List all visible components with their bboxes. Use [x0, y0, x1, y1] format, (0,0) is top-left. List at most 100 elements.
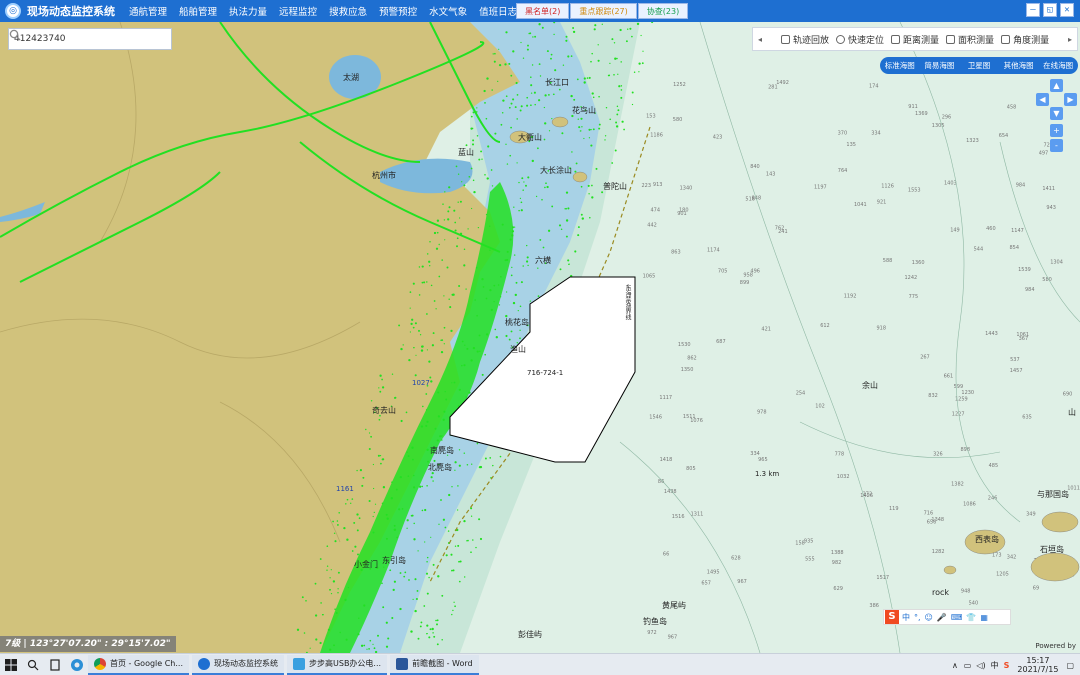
taskbar-app-usb[interactable]: 步步高USB办公电...: [287, 654, 388, 675]
key-tracking-badge[interactable]: 重点跟踪(27): [570, 3, 637, 19]
menu-item-duty-log[interactable]: 值班日志: [479, 4, 517, 18]
ship-dot: [480, 150, 483, 153]
windows-start-icon[interactable]: [0, 654, 22, 675]
track-playback-button[interactable]: 轨迹回放: [781, 33, 829, 46]
toolbar-next-button[interactable]: ▸: [1063, 35, 1077, 44]
ime-skin-icon[interactable]: 👕: [966, 613, 976, 622]
tray-sogou-icon[interactable]: S: [1004, 661, 1010, 670]
ship-dot: [572, 30, 576, 34]
ship-dot: [309, 647, 311, 649]
distance-measure-button[interactable]: 距离测量: [891, 33, 939, 46]
zoom-in-button[interactable]: +: [1050, 124, 1063, 137]
ship-dot: [616, 105, 619, 108]
taskbar-app-monitor[interactable]: 现场动态监控系统: [192, 654, 285, 675]
ship-dot: [456, 509, 459, 511]
taskbar-app-word[interactable]: 前瞻截图 - Word: [390, 654, 479, 675]
taskbar-clock[interactable]: 15:17 2021/7/15: [1017, 656, 1058, 674]
task-view-icon[interactable]: [44, 654, 66, 675]
tray-volume-icon[interactable]: ◁): [976, 661, 985, 670]
ime-voice-icon[interactable]: 🎤: [937, 613, 947, 622]
depth-sounding: 334: [750, 451, 760, 457]
ime-punct-toggle[interactable]: °,: [914, 613, 921, 622]
menu-item-warning[interactable]: 预警预控: [379, 4, 417, 18]
minimize-button[interactable]: —: [1026, 3, 1040, 17]
ship-dot: [411, 514, 414, 517]
layer-other[interactable]: 其他海图: [999, 57, 1039, 74]
zoom-out-button[interactable]: -: [1050, 139, 1063, 152]
ship-dot: [389, 569, 392, 572]
ship-dot: [523, 181, 525, 183]
ship-dot: [432, 632, 434, 634]
ship-dot: [406, 451, 408, 453]
tray-network-icon[interactable]: ▭: [964, 661, 972, 670]
ship-dot: [526, 104, 529, 107]
ship-dot: [431, 344, 435, 347]
taskbar-app-chrome[interactable]: 首页 - Google Ch...: [88, 654, 190, 675]
search-input[interactable]: [9, 34, 149, 44]
ship-dot: [426, 592, 429, 595]
ship-dot: [459, 200, 462, 203]
ship-dot: [511, 234, 514, 237]
angle-measure-button[interactable]: 角度测量: [1001, 33, 1049, 46]
depth-sounding: 1516: [672, 514, 685, 520]
ime-chinese-toggle[interactable]: 中: [902, 612, 910, 623]
depth-sounding: 1350: [681, 367, 694, 373]
pan-down-button[interactable]: ▼: [1050, 107, 1063, 120]
tray-chevron-icon[interactable]: ∧: [952, 661, 958, 670]
ime-keyboard-icon[interactable]: ⌨: [951, 613, 963, 622]
ship-dot: [444, 390, 446, 393]
depth-sounding: 423: [713, 135, 723, 141]
ship-dot: [407, 455, 410, 458]
menu-item-ships[interactable]: 船舶管理: [179, 4, 217, 18]
toolbar-prev-button[interactable]: ◂: [753, 35, 767, 44]
ship-dot: [413, 538, 416, 541]
ship-dot: [631, 35, 633, 38]
ship-dot: [407, 475, 410, 477]
layer-standard[interactable]: 标准海图: [880, 57, 920, 74]
menu-item-remote-monitor[interactable]: 远程监控: [279, 4, 317, 18]
ship-dot: [616, 113, 619, 116]
depth-sounding: 1242: [905, 275, 918, 281]
blacklist-badge[interactable]: 黑名单(2): [516, 3, 570, 19]
ship-dot: [426, 624, 429, 627]
ship-dot: [393, 396, 396, 399]
pan-left-button[interactable]: ◀: [1036, 93, 1049, 106]
quick-locate-button[interactable]: 快速定位: [836, 33, 884, 46]
chart-map[interactable]: 588 984 1086 1517 1403 1369 540 1041 496 1032 272 3…: [0, 22, 1080, 653]
area-measure-button[interactable]: 面积测量: [946, 33, 994, 46]
sogou-logo-icon[interactable]: S: [885, 610, 899, 624]
ship-dot: [326, 545, 329, 547]
ship-dot: [510, 74, 513, 77]
ship-dot: [568, 263, 570, 265]
ime-tools-icon[interactable]: ▦: [980, 613, 988, 622]
tray-ime-icon[interactable]: 中: [991, 660, 999, 671]
pan-right-button[interactable]: ▶: [1064, 93, 1077, 106]
layer-satellite[interactable]: 卫星图: [959, 57, 999, 74]
map-label-lianshan: 蓝山: [458, 148, 474, 157]
ship-dot: [332, 520, 334, 523]
ship-dot: [305, 600, 307, 602]
search-icon[interactable]: [9, 29, 169, 49]
map-label-kuishan: 奇去山: [372, 406, 396, 415]
pan-up-button[interactable]: ▲: [1050, 79, 1063, 92]
ship-dot: [455, 165, 458, 168]
assist-badge[interactable]: 协查(23): [637, 3, 689, 19]
ship-dot: [454, 461, 457, 464]
restore-button[interactable]: ◱: [1043, 3, 1057, 17]
ship-dot: [464, 576, 466, 578]
ime-emoji-icon[interactable]: ☺: [925, 613, 933, 622]
menu-item-navigation[interactable]: 通航管理: [129, 4, 167, 18]
menu-item-rescue[interactable]: 搜救应急: [329, 4, 367, 18]
depth-sounding: 69: [1033, 585, 1039, 591]
menu-item-enforcement[interactable]: 执法力量: [229, 4, 267, 18]
ship-dot: [351, 498, 354, 500]
edge-browser-icon[interactable]: [66, 654, 88, 675]
ship-dot: [530, 76, 532, 78]
layer-simple[interactable]: 简易海图: [920, 57, 960, 74]
search-icon[interactable]: [22, 654, 44, 675]
menu-item-hydro-weather[interactable]: 水文气象: [429, 4, 467, 18]
layer-online[interactable]: 在线海图: [1038, 57, 1078, 74]
notification-icon[interactable]: ▢: [1066, 661, 1074, 670]
close-button[interactable]: ✕: [1060, 3, 1074, 17]
depth-sounding: 1032: [837, 474, 850, 480]
